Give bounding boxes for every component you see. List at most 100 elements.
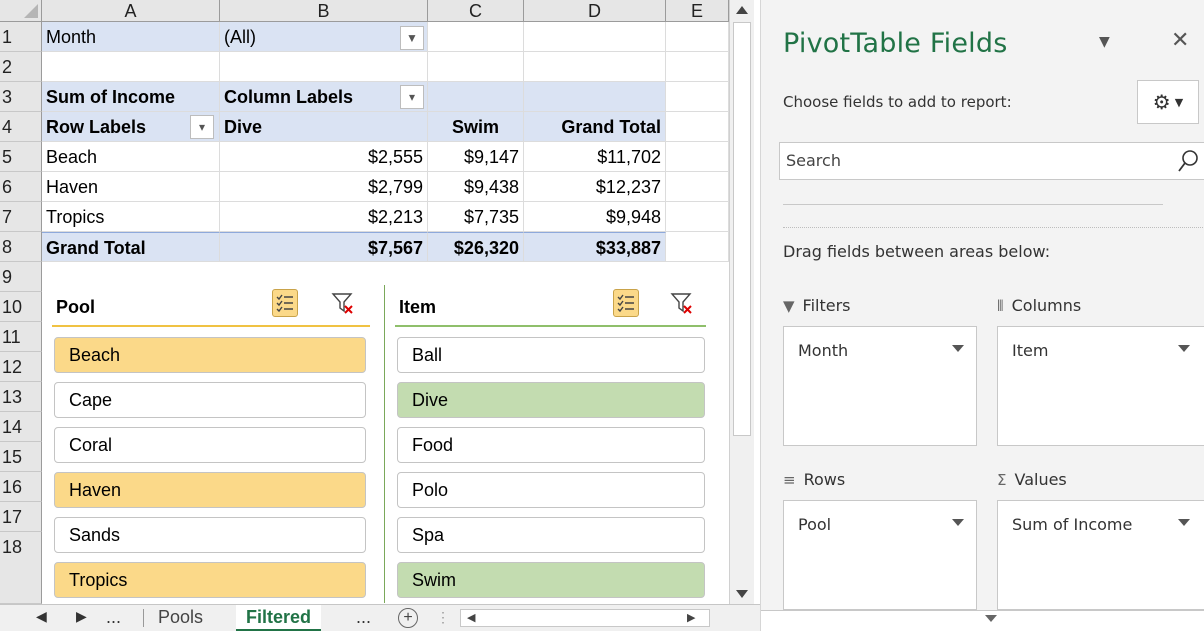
row-header-15[interactable]: 15 [0, 442, 42, 472]
row-header-17[interactable]: 17 [0, 502, 42, 532]
chevron-down-icon[interactable] [952, 519, 964, 526]
row-header-10[interactable]: 10 [0, 292, 42, 322]
scroll-right-icon[interactable]: ▶ [687, 611, 695, 624]
column-header-e[interactable]: E [666, 0, 729, 22]
column-labels-filter-button[interactable]: ▾ [400, 85, 424, 109]
value-cell[interactable]: $7,735 [428, 202, 524, 232]
row-header-9[interactable]: 9 [0, 262, 42, 292]
clear-filter-icon[interactable] [669, 289, 695, 317]
slicer-item-polo[interactable]: Polo [397, 472, 705, 508]
values-area[interactable]: Sum of Income [997, 500, 1204, 610]
tab-next-icon[interactable]: ▶ [76, 608, 87, 625]
pool-slicer[interactable]: Pool Beach Cape Coral Haven Sands Tropic… [42, 285, 382, 603]
value-cell[interactable]: $9,948 [524, 202, 666, 232]
row-header-7[interactable]: 7 [0, 202, 42, 232]
value-cell[interactable]: $11,702 [524, 142, 666, 172]
grand-total-label-cell[interactable]: Grand Total [42, 232, 220, 262]
cell[interactable] [42, 52, 220, 82]
vertical-scrollbar[interactable] [729, 0, 754, 604]
chevron-down-icon[interactable] [1178, 519, 1190, 526]
row-header-2[interactable]: 2 [0, 52, 42, 82]
scroll-down-icon[interactable] [736, 590, 748, 598]
cell[interactable] [666, 172, 729, 202]
scroll-left-icon[interactable]: ◀ [467, 611, 475, 624]
slicer-item-dive[interactable]: Dive [397, 382, 705, 418]
slicer-item-swim[interactable]: Swim [397, 562, 705, 598]
tab-pools[interactable]: Pools [148, 605, 213, 631]
cell[interactable] [428, 22, 524, 52]
tools-button[interactable]: ⚙ ▼ [1137, 80, 1199, 124]
row-header-14[interactable]: 14 [0, 412, 42, 442]
cell[interactable] [666, 112, 729, 142]
more-tabs-right[interactable]: ... [356, 607, 371, 628]
add-sheet-icon[interactable]: + [398, 608, 418, 628]
rows-area[interactable]: Pool [783, 500, 977, 610]
column-header-c[interactable]: C [428, 0, 524, 22]
row-header-18[interactable]: 18 [0, 532, 42, 604]
row-header-3[interactable]: 3 [0, 82, 42, 112]
month-filter-dropdown[interactable]: ▼ [400, 26, 424, 50]
slicer-item-ball[interactable]: Ball [397, 337, 705, 373]
select-all-corner[interactable] [0, 0, 42, 22]
close-icon[interactable]: ✕ [1171, 28, 1189, 53]
value-cell[interactable]: $9,438 [428, 172, 524, 202]
row-header-5[interactable]: 5 [0, 142, 42, 172]
row-header-12[interactable]: 12 [0, 352, 42, 382]
cell[interactable] [428, 52, 524, 82]
row-labels-filter-button[interactable]: ▾ [190, 115, 214, 139]
clear-filter-icon[interactable] [330, 289, 356, 317]
scroll-thumb[interactable] [733, 22, 751, 436]
cell[interactable] [524, 82, 666, 112]
rows-field-pool[interactable]: Pool [798, 515, 831, 534]
columns-field-item[interactable]: Item [1012, 341, 1048, 360]
slicer-item-sands[interactable]: Sands [54, 517, 366, 553]
filter-value-cell[interactable]: (All) [220, 22, 428, 52]
value-cell[interactable]: $12,237 [524, 172, 666, 202]
tab-filtered[interactable]: Filtered [236, 605, 322, 631]
col-header-swim[interactable]: Swim [428, 112, 524, 142]
chevron-down-icon[interactable] [1178, 345, 1190, 352]
filter-label-cell[interactable]: Month [42, 22, 220, 52]
grand-total-cell[interactable]: $33,887 [524, 232, 666, 262]
scroll-up-icon[interactable] [736, 6, 748, 14]
values-label-cell[interactable]: Sum of Income [42, 82, 220, 112]
slicer-item-tropics[interactable]: Tropics [54, 562, 366, 598]
values-field-sum-of-income[interactable]: Sum of Income [1012, 515, 1132, 534]
cell[interactable] [666, 142, 729, 172]
item-slicer[interactable]: Item Ball Dive Food Polo Spa Swim [384, 285, 718, 603]
col-header-grand-total[interactable]: Grand Total [524, 112, 666, 142]
grand-total-cell[interactable]: $7,567 [220, 232, 428, 262]
more-tabs-left[interactable]: ... [106, 607, 121, 628]
pane-options-icon[interactable]: ▼ [1099, 34, 1110, 50]
filters-field-month[interactable]: Month [798, 341, 848, 360]
cell[interactable] [666, 202, 729, 232]
slicer-item-beach[interactable]: Beach [54, 337, 366, 373]
slicer-item-spa[interactable]: Spa [397, 517, 705, 553]
columns-area[interactable]: Item [997, 326, 1204, 446]
column-header-a[interactable]: A [42, 0, 220, 22]
grand-total-cell[interactable]: $26,320 [428, 232, 524, 262]
col-header-dive[interactable]: Dive [220, 112, 428, 142]
row-label-cell[interactable]: Tropics [42, 202, 220, 232]
column-header-d[interactable]: D [524, 0, 666, 22]
multi-select-icon[interactable] [272, 289, 298, 317]
column-labels-cell[interactable]: Column Labels [220, 82, 428, 112]
cell[interactable] [524, 52, 666, 82]
cell[interactable] [666, 22, 729, 52]
row-header-11[interactable]: 11 [0, 322, 42, 352]
value-cell[interactable]: $9,147 [428, 142, 524, 172]
column-header-b[interactable]: B [220, 0, 428, 22]
cell[interactable] [524, 22, 666, 52]
row-header-16[interactable]: 16 [0, 472, 42, 502]
horizontal-scrollbar[interactable]: ◀ ▶ [460, 609, 710, 627]
cell[interactable] [666, 52, 729, 82]
chevron-down-icon[interactable] [952, 345, 964, 352]
tab-prev-icon[interactable]: ◀ [36, 608, 47, 625]
chevron-down-icon[interactable] [985, 615, 997, 622]
value-cell[interactable]: $2,213 [220, 202, 428, 232]
row-header-1[interactable]: 1 [0, 22, 42, 52]
multi-select-icon[interactable] [613, 289, 639, 317]
slicer-item-food[interactable]: Food [397, 427, 705, 463]
split-handle-icon[interactable]: ⋮ [436, 609, 450, 626]
cell[interactable] [666, 232, 729, 262]
